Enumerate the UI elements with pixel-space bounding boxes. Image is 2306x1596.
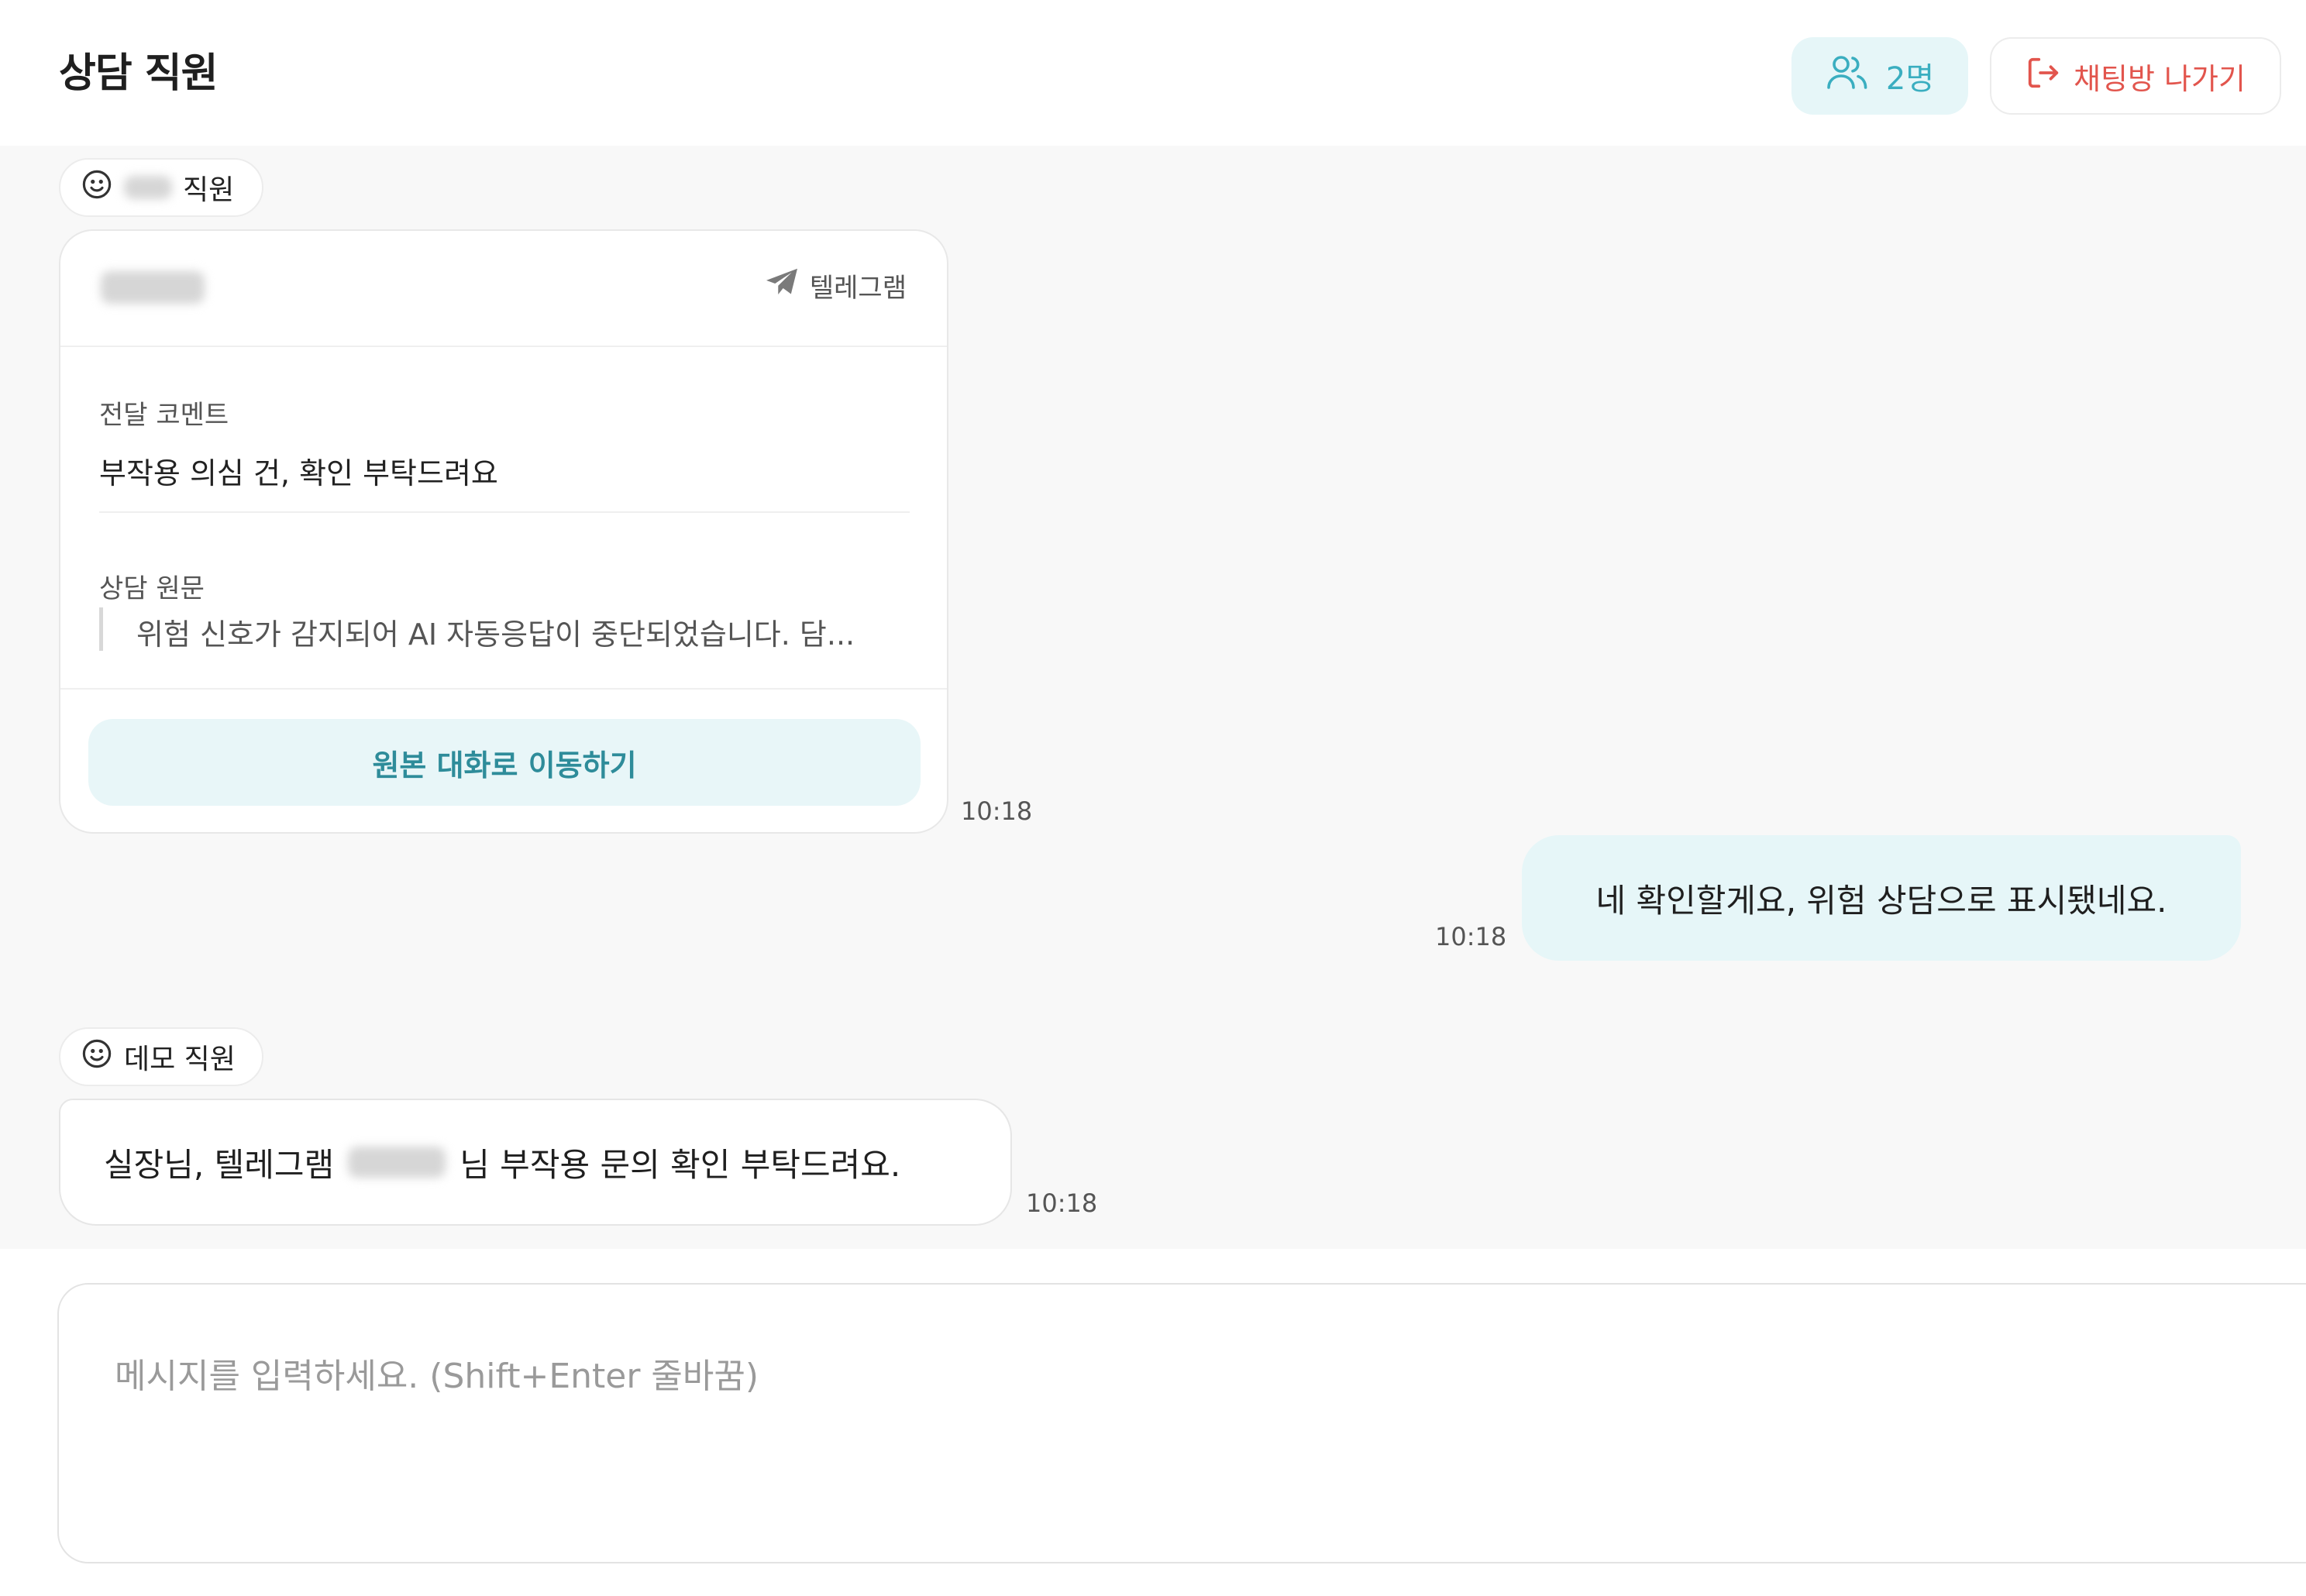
original-text: 위험 신호가 감지되어 AI 자동응답이 중단되었습니다. 담... xyxy=(136,617,855,652)
sender-role: 직원 xyxy=(183,174,235,206)
divider xyxy=(99,511,910,513)
logout-icon xyxy=(2025,55,2061,98)
comment-text: 부작용 의심 건, 확인 부탁드려요 xyxy=(99,456,498,490)
forwarded-consult-card: 텔레그램 전달 코멘트 부작용 의심 건, 확인 부탁드려요 상담 원문 위험 … xyxy=(59,229,948,834)
card-header: 텔레그램 xyxy=(60,231,947,347)
message-time: 10:18 xyxy=(961,796,1033,826)
message-text-start: 실장님, 텔레그램 xyxy=(104,1145,335,1184)
sender-name: 데모 직원 xyxy=(124,1044,236,1075)
message-composer xyxy=(57,1283,2306,1563)
sender-name-redacted xyxy=(124,176,172,199)
users-icon xyxy=(1826,53,1869,99)
staff-message-bubble: 실장님, 텔레그램 님 부작용 문의 확인 부탁드려요. xyxy=(59,1099,1012,1226)
leave-label: 채팅방 나가기 xyxy=(2074,61,2246,96)
sender-tag: 직원 xyxy=(59,158,263,217)
channel-label: 텔레그램 xyxy=(809,273,907,304)
divider xyxy=(60,688,947,690)
message-time: 10:18 xyxy=(1435,922,1507,951)
leave-chat-button[interactable]: 채팅방 나가기 xyxy=(1990,37,2281,115)
own-message-bubble: 네 확인할게요, 위험 상담으로 표시됐네요. xyxy=(1522,835,2241,961)
message-input[interactable] xyxy=(113,1347,2208,1520)
message-time: 10:18 xyxy=(1026,1188,1098,1218)
telegram-send-icon xyxy=(765,267,799,304)
goto-original-button[interactable]: 원본 대화로 이동하기 xyxy=(88,719,921,806)
sender-tag: 데모 직원 xyxy=(59,1027,263,1086)
quote-bar xyxy=(99,607,103,651)
page-title: 상담 직원 xyxy=(59,50,218,97)
customer-name-redacted xyxy=(101,271,205,304)
members-count: 2명 xyxy=(1885,61,1935,97)
message-text-end: 님 부작용 문의 확인 부탁드려요. xyxy=(459,1145,901,1184)
smiley-icon xyxy=(81,168,113,208)
members-button[interactable]: 2명 xyxy=(1791,37,1968,115)
comment-label: 전달 코멘트 xyxy=(99,400,229,431)
chat-header: 상담 직원 2명 채팅방 나가기 xyxy=(0,0,2306,146)
channel-tag: 텔레그램 xyxy=(765,267,907,304)
original-label: 상담 원문 xyxy=(99,573,205,604)
smiley-icon xyxy=(81,1037,113,1077)
customer-name-redacted xyxy=(348,1147,446,1178)
